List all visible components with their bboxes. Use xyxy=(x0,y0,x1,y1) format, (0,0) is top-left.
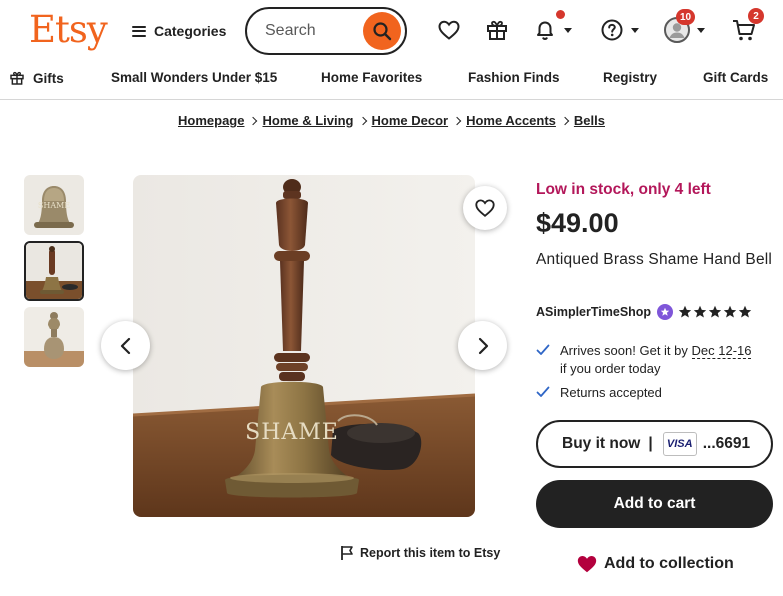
favorite-button[interactable] xyxy=(463,186,507,230)
gift-icon xyxy=(10,71,24,85)
nav-item-gift-cards[interactable]: Gift Cards xyxy=(703,70,768,85)
help-button[interactable] xyxy=(600,14,639,46)
search-icon xyxy=(373,22,392,41)
bell-icon xyxy=(537,21,553,41)
nav-item-gifts[interactable]: Gifts xyxy=(9,70,64,86)
nav-item-fashion-finds[interactable]: Fashion Finds xyxy=(468,70,560,85)
bell-thumbnail-image xyxy=(24,307,84,367)
breadcrumb-link[interactable]: Home & Living xyxy=(262,113,353,128)
report-item-link[interactable]: Report this item to Etsy xyxy=(340,545,500,561)
chevron-down-icon xyxy=(631,27,639,33)
cart-badge: 2 xyxy=(748,8,764,24)
rating-stars[interactable] xyxy=(678,305,752,319)
search-bar[interactable]: Search xyxy=(245,7,407,55)
chevron-right-icon xyxy=(478,337,488,354)
breadcrumb: Homepage Home & Living Home Decor Home A… xyxy=(0,113,783,128)
breadcrumb-link[interactable]: Home Decor xyxy=(372,113,449,128)
account-badge: 10 xyxy=(676,9,696,25)
breadcrumb-link[interactable]: Homepage xyxy=(178,113,244,128)
check-icon xyxy=(536,342,560,362)
bell-thumbnail-image: SHAME xyxy=(24,175,84,235)
etsy-logo[interactable]: Etsy xyxy=(29,8,108,51)
product-title: Antiqued Brass Shame Hand Bell xyxy=(536,251,773,268)
heart-icon xyxy=(475,199,495,217)
breadcrumb-link[interactable]: Home Accents xyxy=(466,113,556,128)
svg-text:SHAME: SHAME xyxy=(38,201,70,210)
heart-icon xyxy=(577,556,597,573)
add-to-collection-button[interactable]: Add to collection xyxy=(576,553,734,575)
arrival-suffix: if you order today xyxy=(560,361,661,376)
cart-button[interactable]: 2 xyxy=(731,8,764,46)
visa-card-icon: VISA xyxy=(662,432,697,456)
heart-icon xyxy=(438,20,460,40)
header: Etsy Categories Search 10 2 xyxy=(0,0,783,62)
notifications-button[interactable] xyxy=(533,10,572,46)
main-product-image[interactable]: SHAME xyxy=(133,175,475,517)
nav-item-small-wonders[interactable]: Small Wonders Under $15 xyxy=(111,70,277,85)
bell-engraving: SHAME xyxy=(245,420,339,445)
favorites-button[interactable] xyxy=(437,14,461,46)
star-icon xyxy=(738,305,752,318)
chevron-left-icon xyxy=(120,337,130,354)
shipping-info: Arrives soon! Get it by Dec 12-16 if you… xyxy=(536,342,776,404)
chevron-right-icon xyxy=(452,116,462,125)
flag-icon xyxy=(341,546,353,560)
product-price: $49.00 xyxy=(536,208,619,238)
star-seller-icon xyxy=(657,304,674,320)
chevron-right-icon xyxy=(560,116,570,125)
star-icon xyxy=(723,305,737,318)
chevron-right-icon xyxy=(358,116,367,125)
nav-item-registry[interactable]: Registry xyxy=(603,70,657,85)
star-icon xyxy=(678,305,692,318)
notification-dot xyxy=(556,10,565,19)
categories-label: Categories xyxy=(154,23,227,39)
search-button[interactable] xyxy=(363,12,401,50)
category-nav: Gifts Small Wonders Under $15 Home Favor… xyxy=(0,62,783,100)
search-input[interactable]: Search xyxy=(265,22,363,40)
star-icon xyxy=(693,305,707,318)
check-icon xyxy=(536,384,560,404)
gallery-thumbnail[interactable] xyxy=(24,307,84,367)
nav-item-label: Gifts xyxy=(33,70,64,86)
categories-button[interactable]: Categories xyxy=(132,21,226,41)
bell-thumbnail-image xyxy=(26,243,82,299)
bell-product-photo: SHAME xyxy=(133,175,475,517)
stock-status: Low in stock, only 4 left xyxy=(536,181,711,198)
breadcrumb-link[interactable]: Bells xyxy=(574,113,605,128)
report-item-label: Report this item to Etsy xyxy=(360,546,501,560)
returns-row: Returns accepted xyxy=(536,384,776,404)
account-button[interactable]: 10 xyxy=(664,9,705,46)
chevron-right-icon xyxy=(249,116,258,125)
buy-now-label: Buy it now xyxy=(562,435,641,452)
chevron-down-icon xyxy=(564,27,572,33)
chevron-down-icon xyxy=(697,27,705,33)
gallery-thumbnail-selected[interactable] xyxy=(24,241,84,301)
returns-text: Returns accepted xyxy=(560,385,662,400)
shop-name-link[interactable]: ASimplerTimeShop xyxy=(536,305,651,319)
star-icon xyxy=(708,305,722,318)
card-last-digits: ...6691 xyxy=(702,435,751,452)
gift-mode-button[interactable] xyxy=(485,14,509,46)
buy-now-button[interactable]: Buy it now | VISA ...6691 xyxy=(536,420,773,468)
help-icon xyxy=(601,19,623,41)
nav-item-home-favorites[interactable]: Home Favorites xyxy=(321,70,422,85)
hamburger-icon xyxy=(132,25,146,37)
add-to-cart-button[interactable]: Add to cart xyxy=(536,480,773,528)
delivery-dates[interactable]: Dec 12-16 xyxy=(691,343,752,359)
add-to-collection-label: Add to collection xyxy=(604,555,734,572)
gift-icon xyxy=(487,20,507,40)
arrival-text: Arrives soon! Get it by Dec 12-16 if you… xyxy=(560,342,752,378)
shop-info: ASimplerTimeShop xyxy=(536,304,752,320)
gallery-thumbnail[interactable]: SHAME xyxy=(24,175,84,235)
arrival-prefix: Arrives soon! Get it by xyxy=(560,343,692,358)
previous-image-button[interactable] xyxy=(101,321,150,370)
arrival-row: Arrives soon! Get it by Dec 12-16 if you… xyxy=(536,342,776,378)
divider: | xyxy=(648,435,653,452)
next-image-button[interactable] xyxy=(458,321,507,370)
